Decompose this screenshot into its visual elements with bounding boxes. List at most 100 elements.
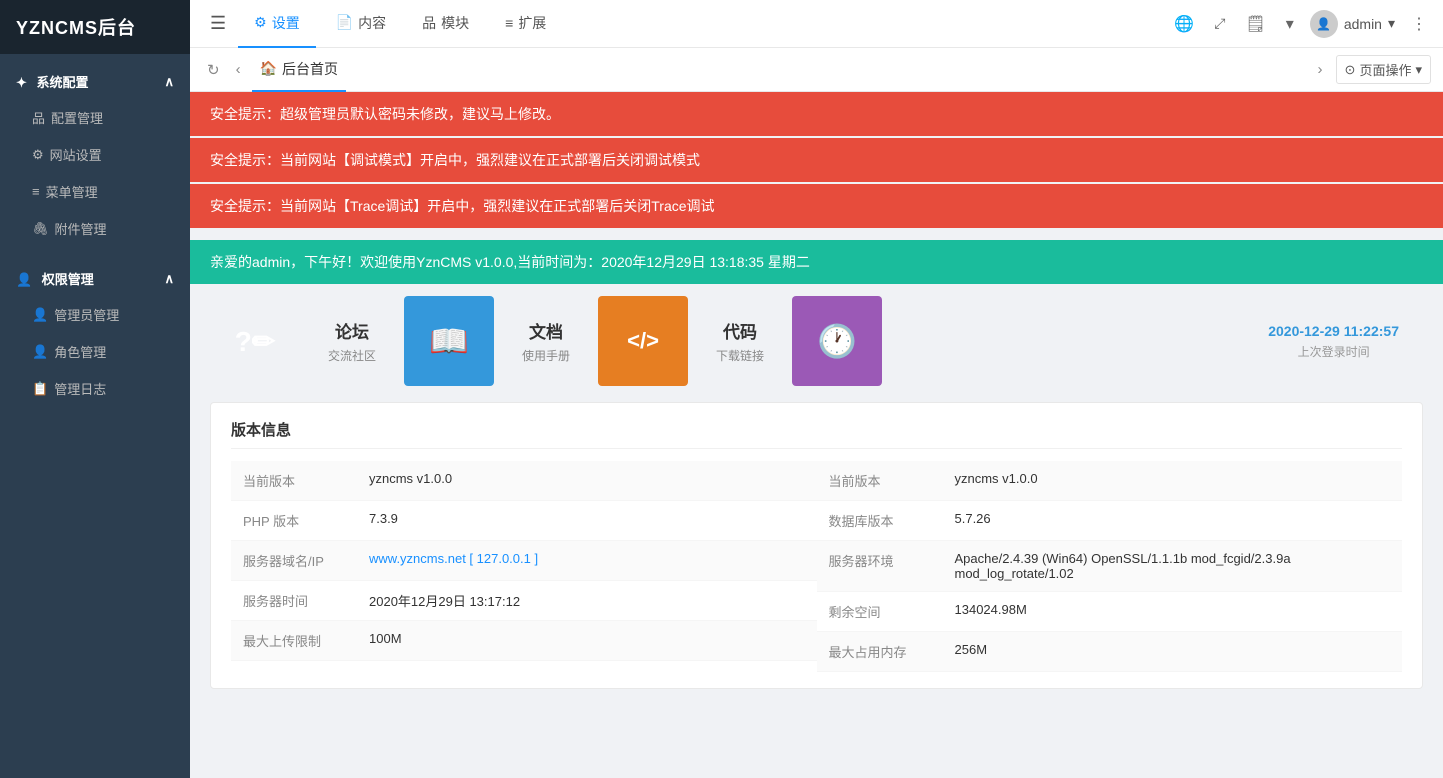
username-label: admin <box>1344 16 1382 32</box>
sidebar-item-role[interactable]: 👤 角色管理 <box>0 333 190 370</box>
version-row-left-0: 当前版本 yzncms v1.0.0 <box>231 461 817 501</box>
docs-sub: 使用手册 <box>522 347 570 364</box>
globe-icon[interactable]: 🌐 <box>1170 10 1198 38</box>
tab-module[interactable]: 品 模块 <box>406 0 485 48</box>
extension-tab-label: 扩展 <box>518 13 546 33</box>
refresh-icon[interactable]: ↻ <box>202 59 225 81</box>
sidebar-item-config[interactable]: 品 配置管理 <box>0 99 190 136</box>
more-icon[interactable]: ⋮ <box>1407 10 1431 38</box>
breadcrumb-left: ↻ ‹ 🏠 后台首页 <box>202 48 1305 92</box>
version-table: 当前版本 yzncms v1.0.0 PHP 版本 7.3.9 服务器域名/IP… <box>231 461 1402 672</box>
version-row-left-4: 最大上传限制 100M <box>231 621 817 661</box>
content-tab-icon: 📄 <box>336 14 353 31</box>
version-row-right-1: 数据库版本 5.7.26 <box>817 501 1403 541</box>
topbar: ☰ ⚙ 设置 📄 内容 品 模块 ≡ 扩展 🌐 ⤢ 🗒 ▾ 👤 <box>190 0 1443 48</box>
docs-label: 文档 <box>529 318 563 343</box>
breadcrumb-right: › ⊙ 页面操作 ▾ <box>1313 55 1431 84</box>
clock-icon: 🕐 <box>792 296 882 386</box>
sidebar-group-permission: 👤 权限管理 ∧ 👤 管理员管理 👤 角色管理 📋 管理日志 <box>0 251 190 411</box>
menu-icon: ≡ <box>32 184 40 199</box>
version-label-right-3: 剩余空间 <box>829 602 939 621</box>
user-dropdown-icon: ▾ <box>1388 15 1395 32</box>
version-value-right-2: Apache/2.4.39 (Win64) OpenSSL/1.1.1b mod… <box>955 551 1391 581</box>
sidebar-item-admin[interactable]: 👤 管理员管理 <box>0 296 190 333</box>
module-tab-label: 模块 <box>441 13 469 33</box>
version-value-left-2[interactable]: www.yzncms.net [ 127.0.0.1 ] <box>369 551 805 566</box>
version-row-right-4: 最大占用内存 256M <box>817 632 1403 672</box>
wrench-icon: ✦ <box>16 75 27 90</box>
version-section-title: 版本信息 <box>231 419 1402 449</box>
tab-settings[interactable]: ⚙ 设置 <box>238 0 316 48</box>
forum-icon: ?✏ <box>210 296 300 386</box>
version-left: 当前版本 yzncms v1.0.0 PHP 版本 7.3.9 服务器域名/IP… <box>231 461 817 672</box>
content-tab-label: 内容 <box>358 13 386 33</box>
page-action-label: 页面操作 <box>1359 60 1411 79</box>
home-icon: 🏠 <box>260 60 277 77</box>
version-value-right-1: 5.7.26 <box>955 511 1391 526</box>
sidebar-logo: YZNCMS后台 <box>0 0 190 54</box>
version-row-left-1: PHP 版本 7.3.9 <box>231 501 817 541</box>
breadcrumb-bar: ↻ ‹ 🏠 后台首页 › ⊙ 页面操作 ▾ <box>190 48 1443 92</box>
copy-icon[interactable]: 🗒 <box>1241 10 1269 38</box>
sidebar-item-attachment[interactable]: 🖇 附件管理 <box>0 210 190 247</box>
hamburger-icon[interactable]: ☰ <box>202 9 234 38</box>
chevron-up-icon: ∧ <box>164 74 174 90</box>
module-tab-icon: 品 <box>422 13 436 33</box>
content-area: 安全提示：超级管理员默认密码未修改，建议马上修改。 安全提示：当前网站【调试模式… <box>190 92 1443 778</box>
quick-link-docs[interactable]: 📖 文档 使用手册 <box>404 296 598 386</box>
version-section: 版本信息 当前版本 yzncms v1.0.0 PHP 版本 7.3.9 服务器… <box>210 402 1423 689</box>
sidebar: YZNCMS后台 ✦ 系统配置 ∧ 品 配置管理 ⚙ 网站设置 ≡ 菜单管理 🖇… <box>0 0 190 778</box>
last-login-label: 上次登录时间 <box>1298 343 1370 360</box>
download-label-block: 代码 下载链接 <box>688 296 792 386</box>
version-label-left-1: PHP 版本 <box>243 511 353 530</box>
sidebar-group-system-header[interactable]: ✦ 系统配置 ∧ <box>0 64 190 99</box>
circle-dot-icon: ⊙ <box>1345 62 1356 78</box>
forward-icon[interactable]: › <box>1313 59 1328 80</box>
last-login-date: 2020-12-29 11:22:57 <box>1268 323 1399 339</box>
tab-extension[interactable]: ≡ 扩展 <box>489 0 562 48</box>
sidebar-group-system: ✦ 系统配置 ∧ 品 配置管理 ⚙ 网站设置 ≡ 菜单管理 🖇 附件管理 <box>0 54 190 251</box>
avatar: 👤 <box>1310 10 1338 38</box>
version-row-left-3: 服务器时间 2020年12月29日 13:17:12 <box>231 581 817 621</box>
quick-links-row: ?✏ 论坛 交流社区 📖 文档 使用手册 </> <box>190 296 1443 402</box>
download-sub: 下载链接 <box>716 347 764 364</box>
quick-link-code-icon[interactable]: </> <box>598 296 688 386</box>
version-value-left-3: 2020年12月29日 13:17:12 <box>369 591 805 610</box>
version-row-left-2: 服务器域名/IP www.yzncms.net [ 127.0.0.1 ] <box>231 541 817 581</box>
quick-link-download[interactable]: 代码 下载链接 🕐 <box>688 296 882 386</box>
code-icon: </> <box>598 296 688 386</box>
topbar-user[interactable]: 👤 admin ▾ <box>1310 10 1395 38</box>
quick-link-forum[interactable]: ?✏ 论坛 交流社区 <box>210 296 404 386</box>
sidebar-item-menu[interactable]: ≡ 菜单管理 <box>0 173 190 210</box>
version-label-left-3: 服务器时间 <box>243 591 353 610</box>
forum-sub: 交流社区 <box>328 347 376 364</box>
extension-tab-icon: ≡ <box>505 15 513 31</box>
sidebar-group-permission-header[interactable]: 👤 权限管理 ∧ <box>0 261 190 296</box>
version-row-right-0: 当前版本 yzncms v1.0.0 <box>817 461 1403 501</box>
chevron-up-icon-2: ∧ <box>164 271 174 287</box>
page-action-button[interactable]: ⊙ 页面操作 ▾ <box>1336 55 1431 84</box>
forum-label: 论坛 <box>335 318 369 343</box>
copy-dropdown-icon[interactable]: ▾ <box>1282 10 1298 38</box>
fullscreen-icon[interactable]: ⤢ <box>1210 11 1229 36</box>
version-value-left-4: 100M <box>369 631 805 646</box>
version-value-right-3: 134024.98M <box>955 602 1391 617</box>
sidebar-item-log[interactable]: 📋 管理日志 <box>0 370 190 407</box>
back-icon[interactable]: ‹ <box>231 59 246 80</box>
admin-icon: 👤 <box>32 307 48 323</box>
sidebar-item-website[interactable]: ⚙ 网站设置 <box>0 136 190 173</box>
main-area: ☰ ⚙ 设置 📄 内容 品 模块 ≡ 扩展 🌐 ⤢ 🗒 ▾ 👤 <box>190 0 1443 778</box>
tab-content[interactable]: 📄 内容 <box>320 0 402 48</box>
version-value-left-1: 7.3.9 <box>369 511 805 526</box>
user-icon-group: 👤 <box>16 272 32 287</box>
page-action-dropdown-icon: ▾ <box>1415 62 1422 78</box>
topbar-right: 🌐 ⤢ 🗒 ▾ 👤 admin ▾ ⋮ <box>1170 10 1431 38</box>
log-icon: 📋 <box>32 381 48 397</box>
sidebar-group-system-label: ✦ 系统配置 <box>16 72 89 91</box>
version-row-right-3: 剩余空间 134024.98M <box>817 592 1403 632</box>
user-icon: 👤 <box>1316 17 1331 31</box>
docs-label-block: 文档 使用手册 <box>494 296 598 386</box>
version-value-right-0: yzncms v1.0.0 <box>955 471 1391 486</box>
version-label-right-0: 当前版本 <box>829 471 939 490</box>
version-row-right-2: 服务器环境 Apache/2.4.39 (Win64) OpenSSL/1.1.… <box>817 541 1403 592</box>
